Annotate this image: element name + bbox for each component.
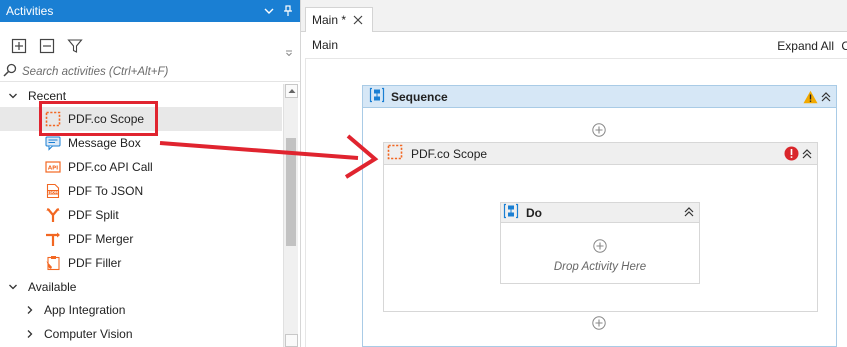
scope-header[interactable]: PDF.co Scope — [384, 143, 817, 165]
category-app-integration[interactable]: App Integration — [0, 298, 282, 322]
expand-all-button[interactable]: Expand All — [777, 39, 834, 53]
collapse-all-icon[interactable] — [38, 37, 56, 55]
sequence-title: Sequence — [391, 89, 448, 104]
add-activity-icon[interactable] — [592, 123, 606, 137]
list-item-label: PDF To JSON — [68, 184, 144, 198]
chevron-down-icon[interactable] — [262, 4, 276, 18]
sequence-header[interactable]: Sequence — [363, 86, 836, 108]
chevron-down-icon — [8, 91, 20, 101]
search-input[interactable]: Search activities (Ctrl+Alt+F) — [22, 66, 168, 78]
list-item-pdf-filler[interactable]: PDF Filler — [0, 251, 282, 275]
panel-title: Activities — [6, 4, 54, 18]
filter-icon[interactable] — [66, 37, 84, 55]
list-item-label: PDF Filler — [68, 256, 122, 270]
collapse-icon[interactable] — [820, 91, 832, 106]
search-icon — [3, 63, 17, 80]
sequence-icon — [369, 87, 385, 106]
list-item-label: PDF Split — [68, 208, 119, 222]
scroll-thumb[interactable] — [286, 138, 296, 246]
list-item-pdf-split[interactable]: PDF Split — [0, 203, 282, 227]
collapse-all-button[interactable]: C — [841, 39, 847, 53]
api-call-icon: API — [44, 158, 62, 176]
section-label: Available — [28, 279, 77, 294]
tab-label: Main * — [312, 13, 347, 27]
category-computer-vision[interactable]: Computer Vision — [0, 322, 282, 346]
error-icon — [784, 146, 799, 164]
pin-icon[interactable] — [281, 4, 295, 18]
do-header[interactable]: Do — [501, 203, 699, 223]
activities-panel: Activities Search activities (Ctrl+Alt+F… — [0, 0, 301, 347]
drop-activity-placeholder[interactable]: Drop Activity Here — [501, 261, 699, 273]
list-item-label: PDF.co API Call — [68, 160, 153, 174]
chevron-right-icon — [26, 329, 36, 339]
sequence-icon — [503, 203, 519, 222]
svg-text:JSON: JSON — [47, 191, 58, 195]
breadcrumb-item-main[interactable]: Main — [312, 38, 338, 52]
json-icon: JSON — [44, 182, 62, 200]
scroll-up-button[interactable] — [285, 84, 298, 98]
chevron-right-icon — [26, 305, 36, 315]
collapse-icon[interactable] — [683, 206, 695, 221]
tab-main[interactable]: Main * — [305, 7, 373, 32]
list-item-pdf-merger[interactable]: PDF Merger — [0, 227, 282, 251]
split-icon — [44, 206, 62, 224]
search-bar[interactable]: Search activities (Ctrl+Alt+F) — [0, 62, 300, 82]
activities-panel-header: Activities — [0, 0, 300, 22]
panel-options-icon[interactable] — [286, 50, 292, 56]
message-box-icon — [44, 134, 62, 152]
breadcrumb: Main — [301, 33, 847, 57]
collapse-icon[interactable] — [801, 148, 813, 163]
scroll-down-button[interactable] — [285, 334, 298, 347]
expand-all-icon[interactable] — [10, 37, 28, 55]
activities-toolbar — [0, 34, 300, 58]
svg-text:API: API — [48, 166, 58, 172]
list-item-label: PDF Merger — [68, 232, 134, 246]
scope-title: PDF.co Scope — [411, 146, 488, 161]
filler-icon — [44, 254, 62, 272]
annotation-highlight-box — [39, 101, 158, 136]
category-label: App Integration — [44, 303, 126, 317]
chevron-down-icon — [8, 282, 20, 292]
add-activity-icon[interactable] — [593, 239, 607, 253]
activities-scrollbar[interactable] — [283, 84, 298, 347]
list-item-pdf-to-json[interactable]: JSON PDF To JSON — [0, 179, 282, 203]
do-title: Do — [526, 205, 542, 220]
scope-icon — [387, 144, 403, 163]
list-item-label: Message Box — [68, 136, 141, 150]
close-icon[interactable] — [353, 15, 363, 25]
document-tab-bar: Main * — [301, 0, 847, 32]
category-label: Computer Vision — [44, 327, 133, 341]
warning-icon — [803, 90, 818, 107]
list-item-pdfco-api-call[interactable]: API PDF.co API Call — [0, 155, 282, 179]
add-activity-icon[interactable] — [592, 316, 606, 330]
section-available[interactable]: Available — [0, 275, 282, 298]
merge-icon — [44, 230, 62, 248]
